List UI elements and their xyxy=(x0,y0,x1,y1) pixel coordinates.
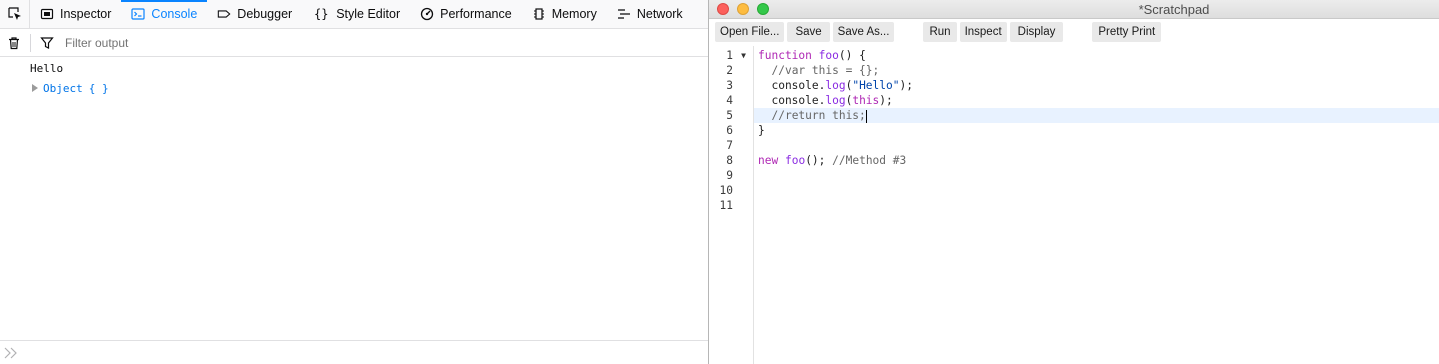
inspect-button[interactable]: Inspect xyxy=(959,22,1007,42)
line-number: 11 xyxy=(719,199,733,212)
expand-triangle-icon[interactable] xyxy=(31,84,39,92)
element-picker-button[interactable] xyxy=(0,0,30,28)
run-button[interactable]: Run xyxy=(923,22,957,42)
save-as-button[interactable]: Save As... xyxy=(832,22,895,42)
console-toolbar xyxy=(0,29,708,57)
tab-label: Inspector xyxy=(60,7,112,21)
line-number: 2 xyxy=(726,64,733,77)
line-number: 6 xyxy=(726,124,733,137)
screen: Inspector Console Debugger {} Style Edit… xyxy=(0,0,1439,364)
filter-icon xyxy=(40,36,54,49)
code-line[interactable] xyxy=(754,183,1439,198)
close-window-button[interactable] xyxy=(717,3,729,15)
filter-output-input[interactable] xyxy=(61,30,361,55)
tab-label: Style Editor xyxy=(336,7,401,21)
scratchpad-toolbar: Open File... Save Save As... Run Inspect… xyxy=(709,19,1439,45)
code-line[interactable]: //return this; xyxy=(754,108,1439,123)
network-icon xyxy=(617,7,631,21)
line-number: 4 xyxy=(726,94,733,107)
tab-console[interactable]: Console xyxy=(121,0,208,28)
toolbar-divider xyxy=(30,33,31,52)
line-number: 1 ▼ xyxy=(726,48,746,63)
console-message-object[interactable]: Object { } xyxy=(0,78,708,98)
performance-icon xyxy=(420,7,434,21)
console-output: Hello Object { } xyxy=(0,58,708,340)
scratchpad-window: *Scratchpad Open File... Save Save As...… xyxy=(708,0,1439,364)
tab-label: Debugger xyxy=(237,7,293,21)
code-line[interactable]: console.log(this); xyxy=(754,93,1439,108)
code-line[interactable] xyxy=(754,198,1439,213)
maximize-window-button[interactable] xyxy=(757,3,769,15)
fold-arrow-icon[interactable]: ▼ xyxy=(741,48,746,63)
tab-style-editor[interactable]: {} Style Editor xyxy=(302,0,410,28)
tab-label: Network xyxy=(636,7,683,21)
element-picker-icon xyxy=(7,7,21,20)
tab-label: Console xyxy=(151,7,198,21)
text-cursor xyxy=(865,109,867,123)
memory-icon xyxy=(532,7,546,21)
toolbox-tab-bar: Inspector Console Debugger {} Style Edit… xyxy=(0,0,708,29)
tab-label: Performance xyxy=(440,7,512,21)
log-text: Hello xyxy=(30,61,64,75)
display-button[interactable]: Display xyxy=(1009,22,1064,42)
code-line[interactable]: function foo() { xyxy=(754,48,1439,63)
code-line[interactable]: } xyxy=(754,123,1439,138)
line-number: 10 xyxy=(719,184,733,197)
tab-memory[interactable]: Memory xyxy=(522,0,607,28)
console-input[interactable] xyxy=(0,340,708,364)
object-preview: { } xyxy=(88,81,109,95)
code-area[interactable]: function foo() { //var this = {}; consol… xyxy=(754,46,1439,364)
console-message-log: Hello xyxy=(0,58,708,78)
code-line[interactable]: new foo(); //Method #3 xyxy=(754,153,1439,168)
tab-label: Memory xyxy=(551,7,597,21)
inspector-icon xyxy=(40,7,54,21)
filter-toggle-button[interactable] xyxy=(33,29,61,57)
devtools-panel: Inspector Console Debugger {} Style Edit… xyxy=(0,0,708,364)
line-number: 3 xyxy=(726,79,733,92)
prompt-chevron-icon xyxy=(4,347,17,358)
style-editor-icon: {} xyxy=(313,7,329,21)
line-number: 8 xyxy=(726,154,733,167)
trash-icon xyxy=(9,36,19,49)
code-editor[interactable]: 1 ▼ 2 3 4 5 6 7 8 9 10 11 function foo() … xyxy=(709,46,1439,364)
open-file-button[interactable]: Open File... xyxy=(715,22,785,42)
tab-network[interactable]: Network xyxy=(607,0,693,28)
line-number: 9 xyxy=(726,169,733,182)
debugger-icon xyxy=(217,7,231,21)
code-line[interactable] xyxy=(754,168,1439,183)
minimize-window-button[interactable] xyxy=(737,3,749,15)
tab-performance[interactable]: Performance xyxy=(410,0,522,28)
tab-inspector[interactable]: Inspector xyxy=(30,0,121,28)
save-button[interactable]: Save xyxy=(787,22,830,42)
line-number-gutter: 1 ▼ 2 3 4 5 6 7 8 9 10 11 xyxy=(709,46,754,364)
line-number: 7 xyxy=(726,139,733,152)
code-line[interactable]: console.log("Hello"); xyxy=(754,78,1439,93)
window-title: *Scratchpad xyxy=(1138,1,1210,17)
line-number: 5 xyxy=(726,109,733,122)
tab-debugger[interactable]: Debugger xyxy=(207,0,302,28)
code-line[interactable]: //var this = {}; xyxy=(754,63,1439,78)
pretty-print-button[interactable]: Pretty Print xyxy=(1092,22,1162,42)
clear-console-button[interactable] xyxy=(0,29,28,57)
code-line[interactable] xyxy=(754,138,1439,153)
console-icon xyxy=(131,7,146,21)
window-titlebar: *Scratchpad xyxy=(709,0,1439,19)
